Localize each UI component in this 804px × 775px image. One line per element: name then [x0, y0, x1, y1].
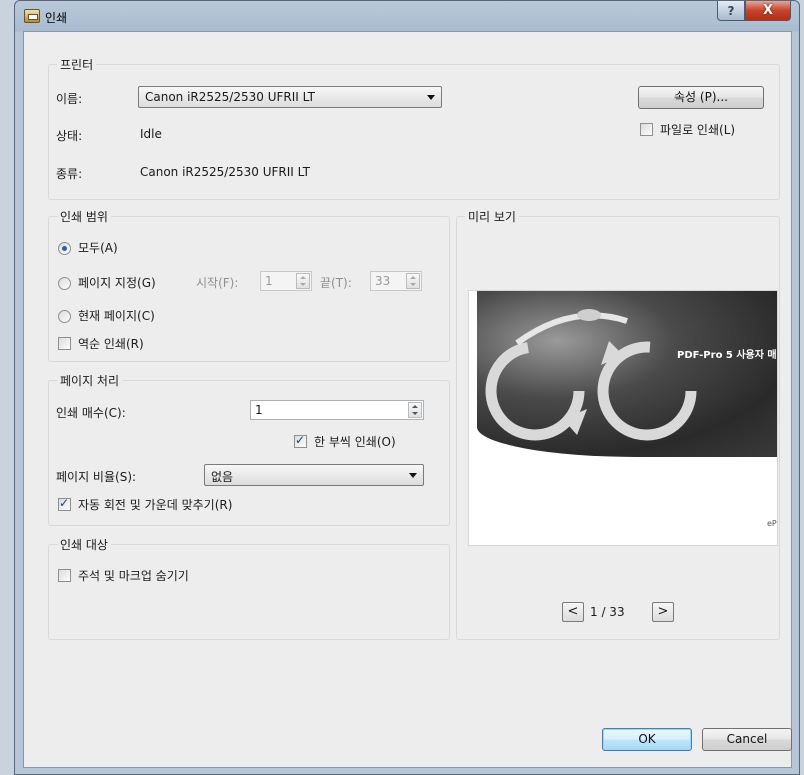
- page-indicator: 1 / 33: [590, 605, 625, 619]
- preview-legend: 미리 보기: [465, 208, 519, 225]
- printer-legend: 프린터: [57, 56, 97, 73]
- close-button[interactable]: X: [745, 1, 791, 21]
- spin-arrows-icon[interactable]: [406, 273, 420, 289]
- bicycle-arrows-graphic: [485, 309, 697, 441]
- range-to-label: 끝(T):: [320, 276, 352, 290]
- copies-value: 1: [255, 403, 263, 417]
- copies-label: 인쇄 매수(C):: [56, 406, 126, 420]
- properties-button[interactable]: 속성 (P)...: [638, 86, 764, 109]
- autorotate-checkbox[interactable]: [58, 496, 71, 511]
- chevron-down-icon: [427, 95, 435, 100]
- prev-page-button[interactable]: <: [562, 602, 584, 622]
- preview-brand-text: ePr: [767, 519, 777, 528]
- close-icon: X: [762, 3, 774, 18]
- print-dialog-window: 인쇄 ? X 프린터 이름: Canon iR2525/2530 UFRII L…: [14, 0, 800, 775]
- printer-type-value: Canon iR2525/2530 UFRII LT: [140, 165, 310, 179]
- range-to-spinner[interactable]: 33: [370, 271, 422, 291]
- reverse-print-checkbox[interactable]: [58, 337, 71, 350]
- help-icon: ?: [727, 3, 735, 18]
- range-current-radio[interactable]: [58, 310, 71, 323]
- spin-arrows-icon[interactable]: [408, 402, 422, 418]
- range-to-value: 33: [375, 274, 391, 288]
- scale-select[interactable]: 없음: [204, 464, 424, 486]
- printer-name-value: Canon iR2525/2530 UFRII LT: [145, 90, 315, 104]
- chevron-down-icon: [409, 473, 417, 478]
- range-all-label[interactable]: 모두(A): [78, 239, 118, 256]
- hide-markup-label[interactable]: 주석 및 마크업 숨기기: [78, 567, 189, 584]
- spin-arrows-icon[interactable]: [296, 273, 310, 289]
- range-current-label[interactable]: 현재 페이지(C): [78, 307, 155, 324]
- preview-cover-art: PDF-Pro 5 사용자 매: [477, 291, 777, 457]
- scale-value: 없음: [211, 470, 234, 484]
- range-from-label: 시작(F):: [196, 276, 239, 290]
- hide-markup-checkbox[interactable]: [58, 569, 71, 582]
- print-to-file-checkbox[interactable]: [640, 123, 653, 136]
- print-range-legend: 인쇄 범위: [57, 208, 111, 225]
- printer-name-select[interactable]: Canon iR2525/2530 UFRII LT: [138, 86, 442, 108]
- preview-thumbnail: PDF-Pro 5 사용자 매 ePr: [468, 290, 778, 546]
- printer-status-label: 상태:: [56, 129, 83, 143]
- print-to-file-label[interactable]: 파일로 인쇄(L): [660, 121, 735, 138]
- title-buttons: ? X: [717, 1, 791, 21]
- next-page-button[interactable]: >: [652, 602, 674, 622]
- printer-name-label: 이름:: [56, 92, 83, 106]
- printer-type-label: 종류:: [56, 167, 83, 181]
- range-pages-radio[interactable]: [58, 277, 71, 290]
- cancel-button[interactable]: Cancel: [702, 728, 792, 751]
- window-title: 인쇄: [45, 11, 68, 25]
- print-target-group: 인쇄 대상: [48, 536, 450, 640]
- range-pages-label[interactable]: 페이지 지정(G): [78, 274, 156, 291]
- title-bar[interactable]: 인쇄 ? X: [15, 1, 799, 31]
- collate-label[interactable]: 한 부씩 인쇄(O): [314, 433, 396, 450]
- range-all-radio[interactable]: [58, 242, 71, 255]
- autorotate-label[interactable]: 자동 회전 및 가운데 맞추기(R): [78, 496, 232, 513]
- page-handling-legend: 페이지 처리: [57, 372, 123, 389]
- collate-checkbox[interactable]: [294, 433, 307, 448]
- reverse-print-label[interactable]: 역순 인쇄(R): [78, 335, 144, 352]
- dialog-client-area: 프린터 이름: Canon iR2525/2530 UFRII LT 속성 (P…: [23, 31, 792, 768]
- help-button[interactable]: ?: [717, 1, 745, 21]
- ok-button[interactable]: OK: [602, 728, 692, 751]
- printer-app-icon: [24, 9, 40, 23]
- preview-doc-title: PDF-Pro 5 사용자 매: [677, 350, 777, 361]
- printer-status-value: Idle: [140, 127, 162, 141]
- range-from-spinner[interactable]: 1: [260, 271, 312, 291]
- scale-label: 페이지 비율(S):: [56, 470, 137, 484]
- range-from-value: 1: [265, 274, 273, 288]
- copies-spinner[interactable]: 1: [250, 400, 424, 420]
- print-target-legend: 인쇄 대상: [57, 536, 111, 553]
